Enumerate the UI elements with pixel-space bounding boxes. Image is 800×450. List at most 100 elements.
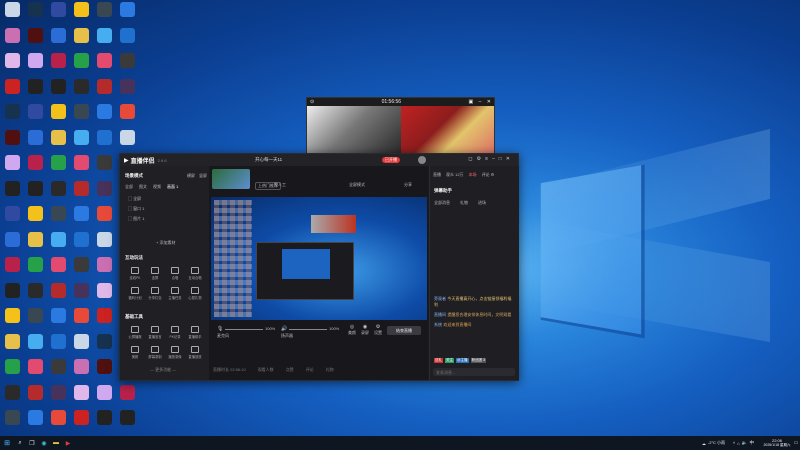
desktop-icon[interactable] [94, 78, 114, 103]
close-icon[interactable]: ✕ [487, 99, 491, 105]
maximize-icon[interactable]: □ [499, 156, 506, 162]
desktop-icon[interactable] [117, 2, 137, 26]
desktop-icon[interactable] [48, 129, 68, 154]
desktop-icon[interactable] [48, 180, 68, 205]
desktop-icon[interactable] [25, 359, 45, 383]
desktop-icon[interactable] [94, 53, 114, 77]
source-item[interactable]: ▢ 窗口 1 [128, 206, 144, 212]
tab-portrait[interactable]: 竖屏 [199, 173, 207, 179]
app-titlebar[interactable]: ▶ 直播伴侣 2.9.6 开心每一天11 已开播 ◻⚙≡–□✕ [120, 154, 518, 166]
desktop-icon[interactable] [71, 2, 91, 26]
desktop-icon[interactable] [25, 53, 45, 77]
scene-mode-title[interactable]: 场景模式 [125, 173, 143, 178]
desktop-icon[interactable] [25, 78, 45, 103]
desktop-icon[interactable] [71, 359, 91, 383]
desktop-icon[interactable] [2, 2, 22, 26]
desktop-icon[interactable] [2, 104, 22, 128]
desktop-icon[interactable] [94, 410, 114, 434]
desktop-icon[interactable] [2, 231, 22, 256]
desktop-icon[interactable] [25, 155, 45, 179]
subtab-video[interactable]: 视频 [153, 184, 161, 190]
desktop-icon[interactable] [48, 231, 68, 256]
desktop-icon[interactable] [94, 359, 114, 383]
desktop-icon[interactable] [25, 384, 45, 409]
desktop-icon[interactable] [94, 231, 114, 256]
chat-tag[interactable]: 送礼 [434, 358, 443, 363]
desktop-icon[interactable] [2, 129, 22, 154]
desktop-icon[interactable] [25, 206, 45, 230]
tab-live[interactable]: 直播 [433, 172, 441, 178]
desktop-icon[interactable] [25, 27, 45, 52]
feature-button[interactable]: 合唱 [166, 266, 184, 280]
desktop-icon[interactable] [48, 282, 68, 307]
avatar[interactable] [418, 156, 426, 164]
desktop-icon[interactable] [71, 27, 91, 52]
desktop-icon[interactable] [48, 359, 68, 383]
desktop-icon[interactable] [94, 129, 114, 154]
desktop-icon[interactable] [2, 27, 22, 52]
pin-icon[interactable]: ⊙ [310, 99, 314, 105]
desktop-icon[interactable] [2, 180, 22, 205]
desktop-icon[interactable] [71, 155, 91, 179]
desktop-icon[interactable] [48, 308, 68, 332]
desktop-icon[interactable] [117, 384, 137, 409]
settings-icon[interactable]: ⚙ [477, 156, 485, 162]
desktop-icon[interactable] [48, 104, 68, 128]
source-item[interactable]: ▢ 图片 1 [128, 216, 144, 222]
desktop-icon[interactable] [25, 333, 45, 358]
feature-button[interactable]: 公屏播报 [126, 325, 144, 339]
desktop-icon[interactable] [117, 104, 137, 128]
end-live-button[interactable]: 结束直播 [387, 326, 421, 335]
subtab-image[interactable]: 图文 [139, 184, 147, 190]
weather-widget[interactable]: ☁ -2°C 小雨 [702, 436, 725, 450]
feature-button[interactable]: 直播回放 [186, 345, 204, 359]
feature-button[interactable]: 美颜 [126, 345, 144, 359]
feature-button[interactable]: 分享红包 [146, 286, 164, 300]
feature-button[interactable]: 连屏 [146, 266, 164, 280]
menu-icon[interactable]: ≡ [485, 156, 492, 162]
clock[interactable]: 22:06 2025/1/18 星期六 [762, 438, 792, 448]
desktop-icon[interactable] [94, 206, 114, 230]
desktop-icon[interactable] [25, 410, 45, 434]
desktop-icon[interactable] [71, 206, 91, 230]
desktop-icon[interactable] [71, 53, 91, 77]
desktop-icon[interactable] [48, 257, 68, 281]
beauty-button[interactable]: ◎ 美颜 [347, 324, 357, 336]
desktop-icon[interactable] [71, 78, 91, 103]
feature-button[interactable]: 心愿礼物 [186, 286, 204, 300]
desktop-icon[interactable] [71, 180, 91, 205]
filter-all[interactable]: 全部消息 [434, 200, 450, 206]
volume-icon[interactable]: 🔈 [742, 440, 750, 446]
desktop-icon[interactable] [2, 333, 22, 358]
feature-button[interactable]: 互动合唱 [186, 266, 204, 280]
stream-preview[interactable] [211, 197, 427, 320]
feature-button[interactable]: 直播宣言 [146, 325, 164, 339]
desktop-icon[interactable] [25, 129, 45, 154]
desktop-icon[interactable] [71, 231, 91, 256]
filter-enter[interactable]: 进场 [478, 200, 486, 206]
app-icon[interactable]: ▶ [62, 436, 74, 450]
message-icon[interactable]: ◻ [468, 156, 476, 162]
desktop-icon[interactable] [25, 308, 45, 332]
desktop-icon[interactable] [25, 282, 45, 307]
center-label-share[interactable]: 分享 [404, 182, 412, 188]
desktop-icon[interactable] [71, 257, 91, 281]
desktop-icon[interactable] [94, 384, 114, 409]
video-titlebar[interactable]: ⊙ 01:56:56 ▣ – ✕ [307, 98, 494, 106]
ime-icon[interactable]: 中 [750, 440, 757, 446]
desktop-icon[interactable] [71, 129, 91, 154]
desktop-icon[interactable] [2, 206, 22, 230]
search-icon[interactable]: ⌕ [14, 436, 26, 450]
desktop-icon[interactable] [2, 257, 22, 281]
desktop-icon[interactable] [71, 410, 91, 434]
desktop-icon[interactable] [71, 384, 91, 409]
desktop-icon[interactable] [71, 333, 91, 358]
start-button[interactable]: ⊞ [0, 436, 14, 450]
desktop-icon[interactable] [25, 180, 45, 205]
feature-button[interactable]: 屏幕录制 [146, 345, 164, 359]
chat-input[interactable]: 发条消息... [433, 368, 515, 376]
desktop-icon[interactable] [71, 308, 91, 332]
desktop-icon[interactable] [94, 27, 114, 52]
desktop-icon[interactable] [117, 78, 137, 103]
desktop-icon[interactable] [25, 2, 45, 26]
